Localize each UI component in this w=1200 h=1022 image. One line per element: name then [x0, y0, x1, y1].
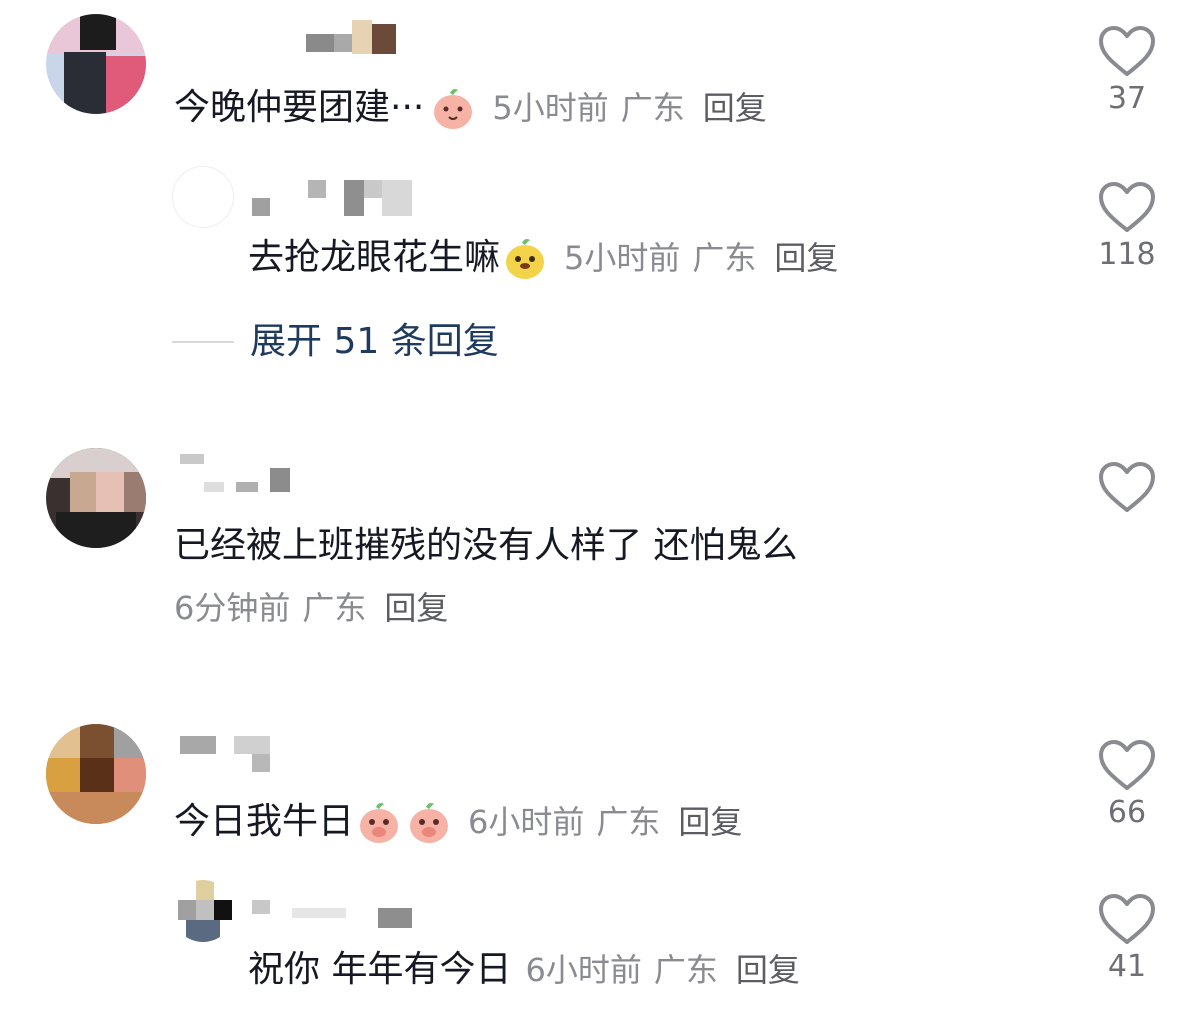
- username-blurred[interactable]: [180, 454, 300, 514]
- reply-button[interactable]: 回复: [736, 946, 800, 994]
- comment-row: 今晚仲要团建··· 5小时前 广东 回复: [174, 84, 767, 132]
- heart-outline-icon: [1099, 182, 1155, 232]
- peach-emoji-icon: [356, 799, 402, 845]
- comment-time: 6小时前: [468, 803, 585, 841]
- like-button[interactable]: 66: [1092, 738, 1162, 830]
- peach-emoji-icon: [430, 85, 476, 131]
- heart-outline-icon: [1099, 462, 1155, 512]
- expand-replies-label: 展开 51 条回复: [250, 321, 499, 362]
- peach-emoji-icon: [406, 799, 452, 845]
- avatar[interactable]: [46, 448, 146, 548]
- comment-location: 广东: [302, 589, 367, 627]
- like-count: 37: [1107, 81, 1147, 116]
- divider-line: [172, 341, 234, 343]
- reply-time: 6小时前: [525, 951, 642, 989]
- heart-outline-icon: [1099, 26, 1155, 76]
- like-button[interactable]: [1092, 460, 1162, 514]
- username-blurred[interactable]: [306, 20, 402, 80]
- heart-outline-icon: [1099, 894, 1155, 944]
- comment-location: 广东: [620, 89, 685, 127]
- like-count: 118: [1098, 237, 1156, 272]
- comment-location: 广东: [596, 803, 661, 841]
- reply-location: 广东: [692, 239, 757, 277]
- reply-text: 去抢龙眼花生嘛: [248, 237, 501, 278]
- heart-outline-icon: [1099, 740, 1155, 790]
- username-blurred[interactable]: [252, 176, 416, 236]
- comment-text: 今日我牛日: [174, 801, 355, 842]
- reply-button[interactable]: 回复: [384, 584, 448, 632]
- reply-location: 广东: [653, 951, 718, 989]
- comment-time: 5小时前: [492, 89, 609, 127]
- like-count: 41: [1107, 949, 1147, 984]
- username-blurred[interactable]: [180, 736, 280, 796]
- reply-button[interactable]: 回复: [678, 798, 742, 846]
- reply-row: 祝你 年年有今日 6小时前 广东 回复: [248, 946, 800, 994]
- avatar[interactable]: [46, 14, 146, 114]
- like-button[interactable]: 41: [1092, 892, 1162, 984]
- comment-row: 已经被上班摧残的没有人样了 还怕鬼么: [174, 522, 797, 570]
- comment-meta-row: 6分钟前 广东 回复: [174, 584, 448, 632]
- reply-button[interactable]: 回复: [703, 84, 767, 132]
- avatar[interactable]: [46, 724, 146, 824]
- avatar[interactable]: [172, 166, 234, 228]
- reply-button[interactable]: 回复: [774, 234, 838, 282]
- yellow-dog-emoji-icon: [502, 235, 548, 281]
- reply-row: 去抢龙眼花生嘛 5小时前 广东 回复: [248, 234, 838, 282]
- comment-text: 今晚仲要团建···: [174, 87, 425, 128]
- reply-text: 祝你 年年有今日: [248, 949, 512, 990]
- comment-text: 已经被上班摧残的没有人样了 还怕鬼么: [174, 525, 798, 566]
- like-button[interactable]: 118: [1092, 180, 1162, 272]
- reply-time: 5小时前: [564, 239, 681, 277]
- avatar[interactable]: [172, 880, 234, 942]
- expand-replies-button[interactable]: 展开 51 条回复: [172, 318, 499, 366]
- like-button[interactable]: 37: [1092, 24, 1162, 116]
- like-count: 66: [1107, 795, 1147, 830]
- comment-time: 6分钟前: [174, 589, 291, 627]
- comment-row: 今日我牛日 6小时前 广东 回复: [174, 798, 742, 846]
